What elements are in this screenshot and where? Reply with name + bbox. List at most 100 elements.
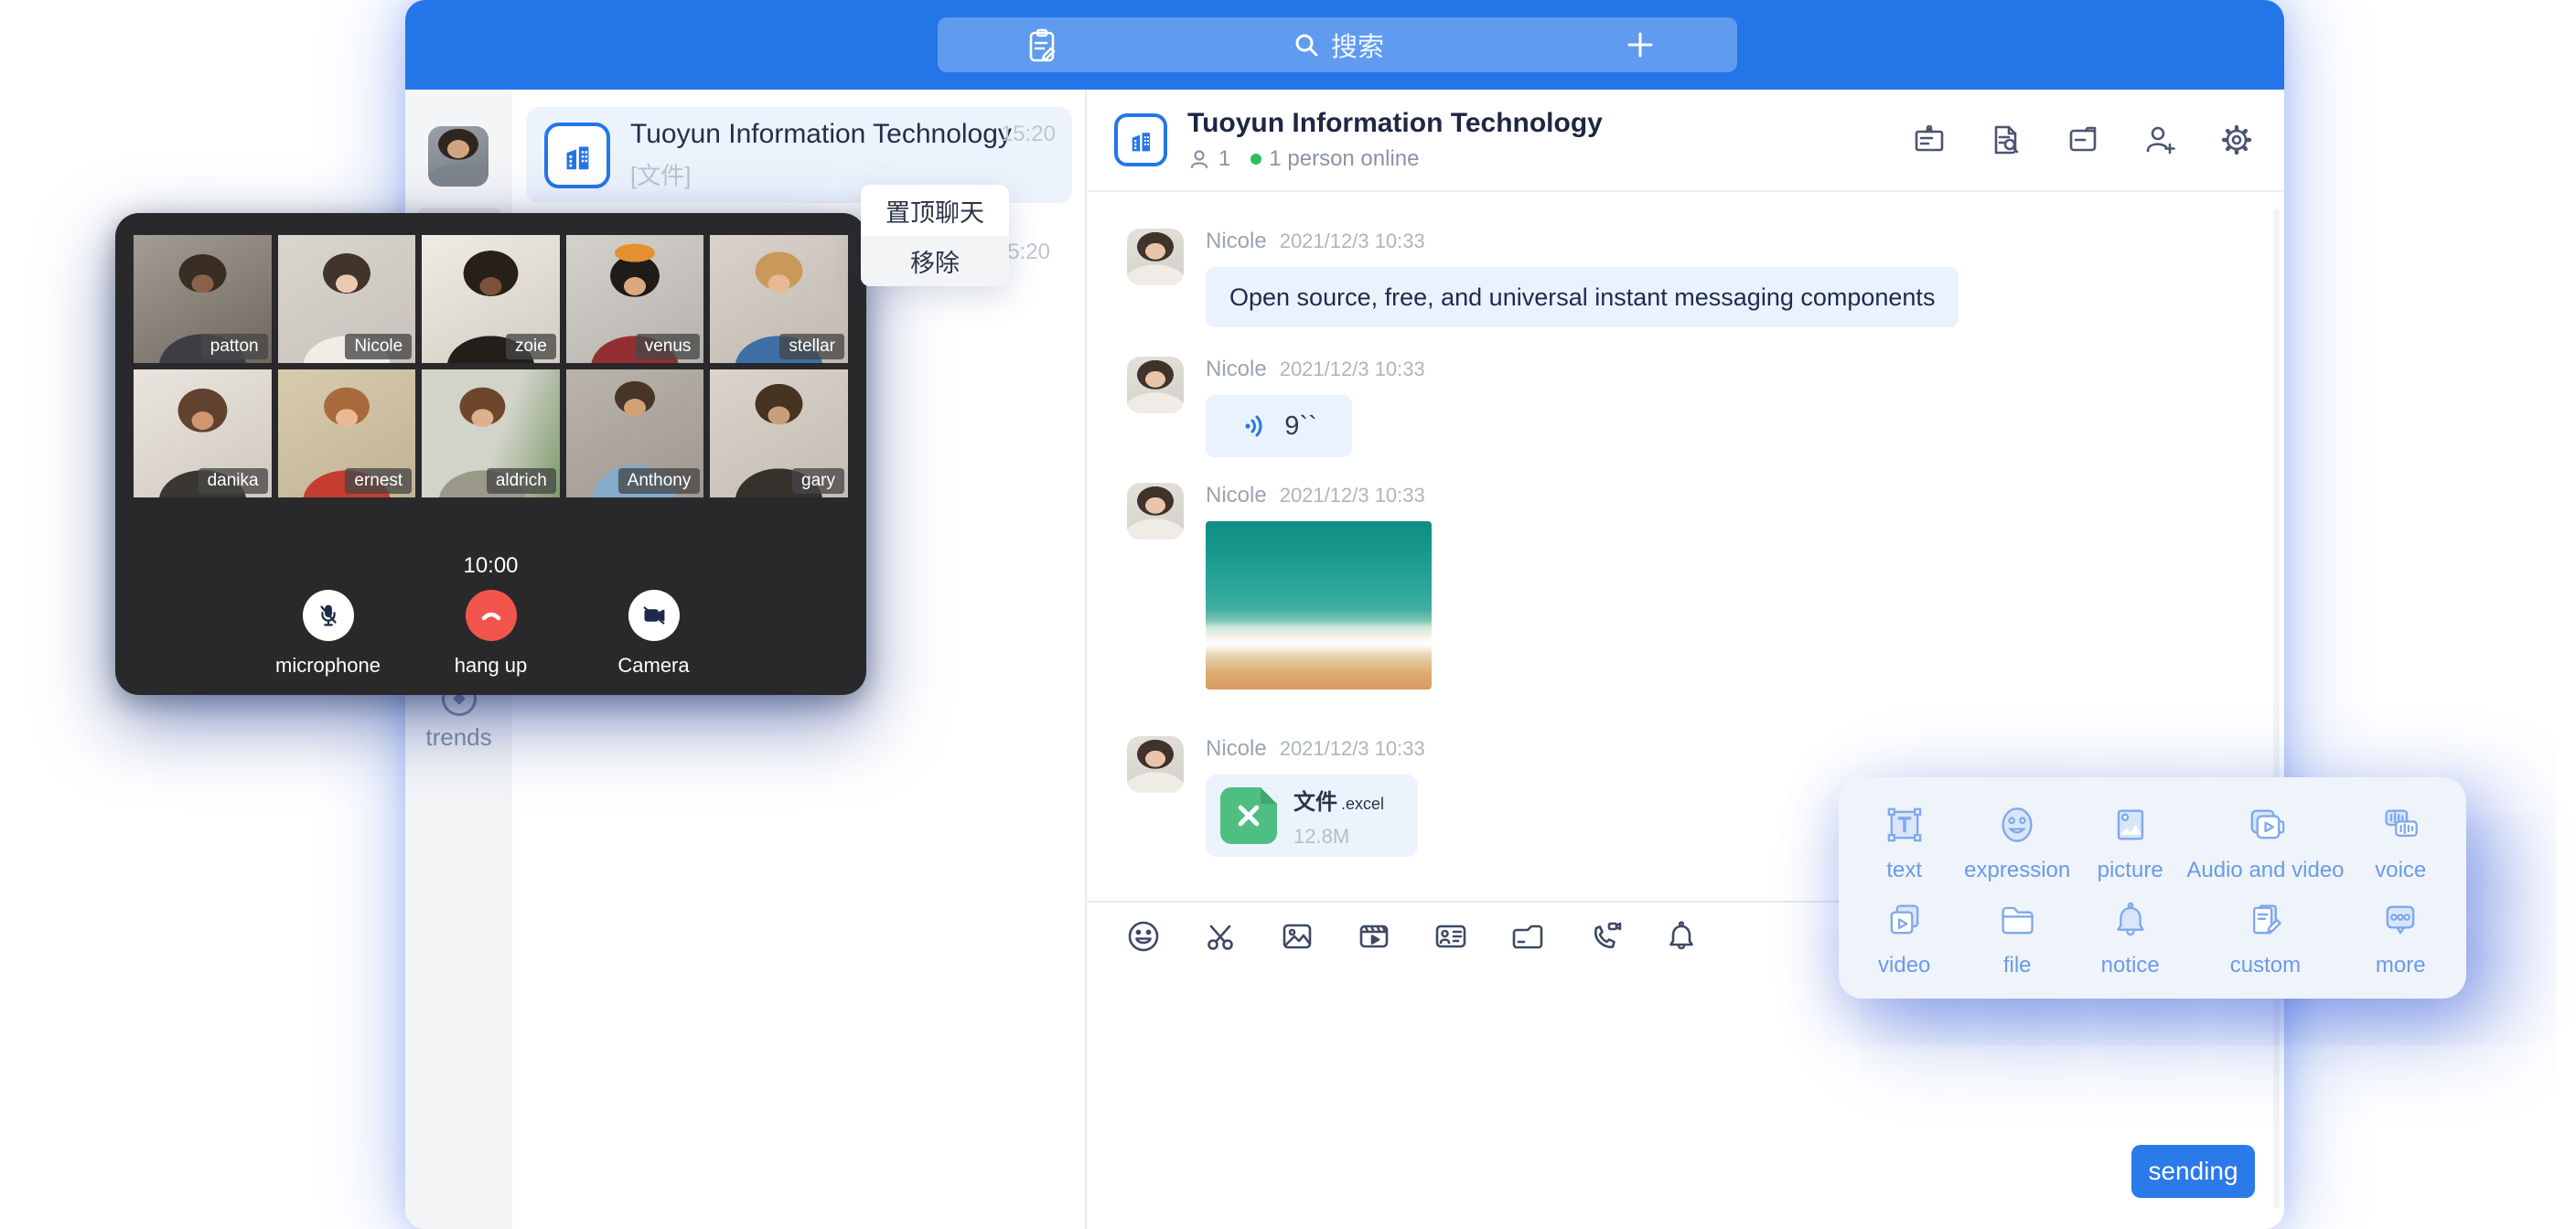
organization-avatar <box>1114 113 1167 166</box>
participant-name: stellar <box>779 334 844 359</box>
chat-title: Tuoyun Information Technology <box>1187 108 1603 139</box>
participant-tile[interactable]: ernest <box>278 369 416 497</box>
microphone-off-button[interactable] <box>303 590 354 641</box>
attach-item-picture[interactable]: picture <box>2074 799 2186 887</box>
conversation-time: 15:20 <box>1001 122 1056 147</box>
scrollbar[interactable] <box>2273 208 2280 1209</box>
user-avatar[interactable] <box>428 126 488 187</box>
call-controls: microphone hang up Camer <box>115 590 866 678</box>
attach-item-audio-video[interactable]: Audio and video <box>2186 799 2344 887</box>
search-area: 搜索 <box>938 17 1737 72</box>
sender-avatar[interactable] <box>1127 483 1184 540</box>
file-icon[interactable] <box>2063 120 2103 160</box>
camera-label: Camera <box>600 654 707 678</box>
attach-label: text <box>1848 858 1960 883</box>
attach-label: expression <box>1960 858 2073 883</box>
participant-tile[interactable]: venus <box>566 235 704 363</box>
attach-item-text[interactable]: text <box>1848 799 1960 887</box>
search-icon <box>1291 29 1322 60</box>
folder-icon[interactable] <box>1508 916 1548 956</box>
participant-name: ernest <box>345 468 412 494</box>
camera-off-button[interactable] <box>628 590 680 641</box>
screenshot-scissors-icon[interactable] <box>1200 916 1240 956</box>
video-attach-icon <box>1848 894 1960 946</box>
sender-name: Nicole <box>1206 357 1267 382</box>
attach-item-more[interactable]: more <box>2345 894 2457 982</box>
voice-wave-icon <box>1240 411 1272 442</box>
sender-avatar[interactable] <box>1127 357 1184 413</box>
conversation-context-menu: 置顶聊天 移除 <box>861 185 1009 286</box>
bulletin-board-icon[interactable] <box>1909 120 1949 160</box>
participant-tile[interactable]: Anthony <box>566 369 704 497</box>
participant-tile[interactable]: stellar <box>710 235 848 363</box>
participant-name: Anthony <box>618 468 701 494</box>
attach-item-notice[interactable]: notice <box>2074 894 2186 982</box>
hang-up-button[interactable] <box>466 590 517 641</box>
participant-tile[interactable]: Nicole <box>278 235 416 363</box>
participant-grid: patton Nicole zoie venus stellar danika … <box>134 235 848 497</box>
chat-main: Tuoyun Information Technology 1 1 person… <box>1087 90 2284 1229</box>
attach-label: notice <box>2074 953 2186 978</box>
message-voice: Nicole 2021/12/3 10:33 9`` <box>1127 357 1425 457</box>
attach-item-custom[interactable]: custom <box>2186 894 2344 982</box>
top-bar: 搜索 <box>405 0 2284 90</box>
menu-item-pin-chat[interactable]: 置顶聊天 <box>861 185 1009 236</box>
attach-label: custom <box>2186 953 2344 978</box>
menu-item-remove[interactable]: 移除 <box>861 236 1009 286</box>
excel-file-icon <box>1220 787 1277 844</box>
search-bar[interactable]: 搜索 <box>938 17 1737 72</box>
participant-tile[interactable]: aldrich <box>422 369 560 497</box>
message-image: Nicole 2021/12/3 10:33 <box>1127 483 1432 689</box>
attach-label: more <box>2345 953 2457 978</box>
sender-avatar[interactable] <box>1127 229 1184 285</box>
attach-label: picture <box>2074 858 2186 883</box>
participant-name: zoie <box>506 334 556 359</box>
participant-name: aldrich <box>487 468 556 494</box>
video-call-icon[interactable] <box>1584 916 1625 956</box>
message-time: 2021/12/3 10:33 <box>1280 484 1425 508</box>
chat-meta: 1 1 person online <box>1187 146 1603 172</box>
trends-label: trends <box>405 723 512 752</box>
attach-item-file[interactable]: file <box>1960 894 2073 982</box>
participant-tile[interactable]: gary <box>710 369 848 497</box>
chat-header: Tuoyun Information Technology 1 1 person… <box>1087 90 2284 192</box>
send-button[interactable]: sending <box>2131 1145 2255 1198</box>
participant-tile[interactable]: patton <box>134 235 272 363</box>
voice-attach-icon <box>2345 799 2457 850</box>
message-time: 2021/12/3 10:33 <box>1280 230 1425 253</box>
message-time: 2021/12/3 10:33 <box>1280 737 1425 761</box>
sender-name: Nicole <box>1206 483 1267 508</box>
participant-tile[interactable]: zoie <box>422 235 560 363</box>
audio-video-icon <box>2186 799 2344 850</box>
building-icon <box>558 136 596 175</box>
file-extension: .excel <box>1341 795 1384 813</box>
more-icon <box>2345 894 2457 946</box>
attach-item-video[interactable]: video <box>1848 894 1960 982</box>
participant-name: danika <box>199 468 268 494</box>
conversation-texts: Tuoyun Information Technology [文件] <box>630 119 1001 191</box>
picture-icon[interactable] <box>1277 916 1317 956</box>
sender-name: Nicole <box>1206 736 1267 762</box>
custom-icon <box>2186 894 2344 946</box>
chat-history-search-icon[interactable] <box>1986 120 2026 160</box>
emoji-icon[interactable] <box>1123 916 1164 956</box>
voice-message-bubble[interactable]: 9`` <box>1206 395 1352 457</box>
plus-icon[interactable] <box>1622 27 1658 68</box>
sender-name: Nicole <box>1206 229 1267 254</box>
attach-item-voice[interactable]: voice <box>2345 799 2457 887</box>
notification-bell-icon[interactable] <box>1661 916 1701 956</box>
attach-item-expression[interactable]: expression <box>1960 799 2073 887</box>
building-icon <box>1125 124 1156 155</box>
add-member-icon[interactable] <box>2140 120 2180 160</box>
contact-card-icon[interactable] <box>1431 916 1471 956</box>
sender-avatar[interactable] <box>1127 736 1184 793</box>
composer-toolbar <box>1123 916 1701 956</box>
image-message-thumbnail[interactable] <box>1206 521 1432 689</box>
message-time: 2021/12/3 10:33 <box>1280 358 1425 381</box>
video-clip-icon[interactable] <box>1354 916 1394 956</box>
participant-name: Nicole <box>345 334 412 359</box>
file-message-card[interactable]: 文件.excel 12.8M <box>1206 775 1418 857</box>
settings-gear-icon[interactable] <box>2216 120 2257 160</box>
participant-tile[interactable]: danika <box>134 369 272 497</box>
video-call-panel: patton Nicole zoie venus stellar danika … <box>115 213 866 695</box>
